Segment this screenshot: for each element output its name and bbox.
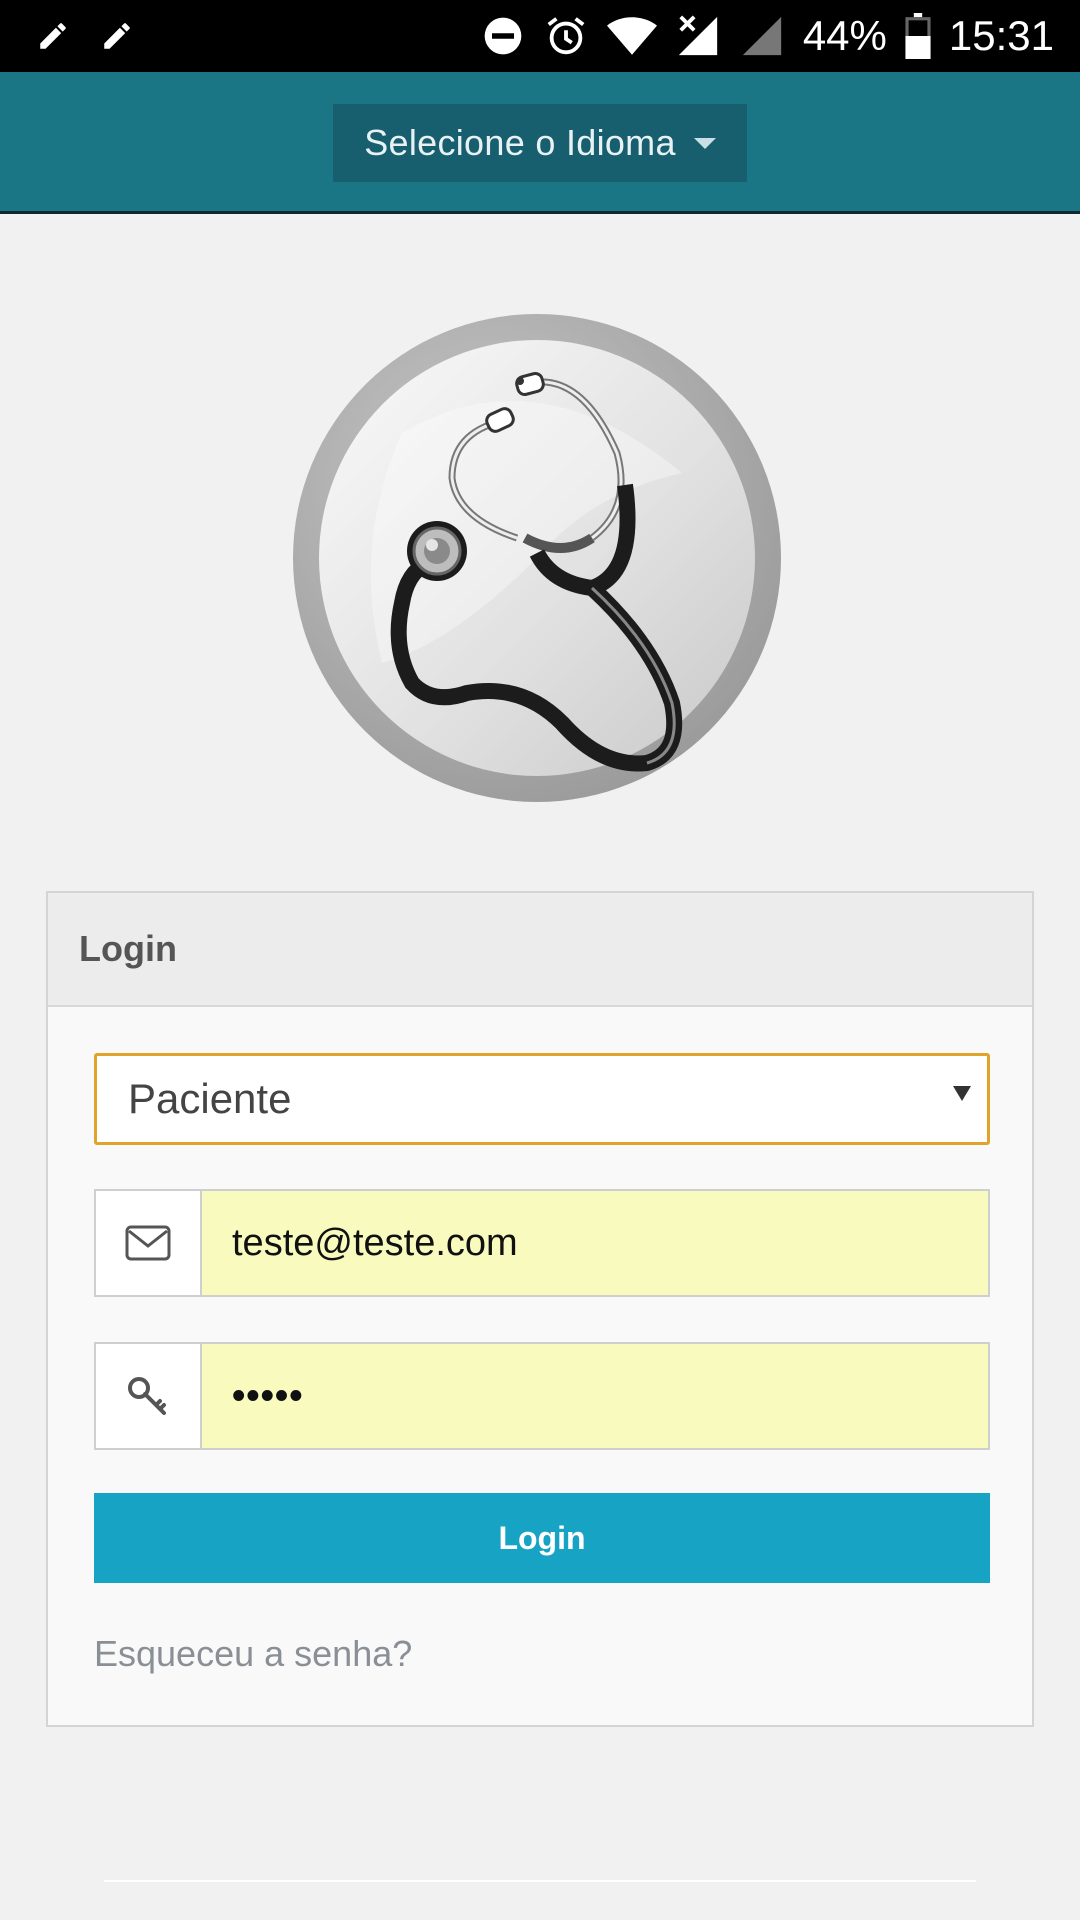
email-field-value: teste@teste.com [232, 1221, 518, 1264]
login-button[interactable]: Login [94, 1493, 990, 1583]
email-input-group: teste@teste.com [94, 1189, 990, 1297]
signal-icon [739, 13, 785, 59]
user-type-selected-value: Paciente [128, 1075, 292, 1122]
password-field-value: ••••• [232, 1374, 304, 1417]
key-icon [96, 1344, 202, 1448]
language-selector-label: Selecione o Idioma [364, 122, 676, 163]
alarm-icon [543, 13, 589, 59]
footer-divider [104, 1880, 976, 1882]
login-panel: Login Paciente teste@teste.com ••••• Log… [46, 891, 1034, 1727]
caret-down-icon [693, 137, 716, 149]
stethoscope-icon [292, 313, 782, 803]
user-type-select[interactable]: Paciente [94, 1053, 990, 1145]
forgot-password-link[interactable]: Esqueceu a senha? [94, 1633, 412, 1675]
login-panel-heading: Login [48, 893, 1032, 1007]
do-not-disturb-icon [481, 14, 525, 58]
wifi-icon [606, 14, 657, 58]
password-input-group: ••••• [94, 1342, 990, 1450]
signal-off-icon [675, 13, 721, 59]
password-field[interactable]: ••••• [202, 1344, 988, 1448]
status-left-icons [36, 19, 134, 53]
pencil-icon [36, 19, 70, 53]
top-nav: Selecione o Idioma [0, 72, 1080, 214]
pencil-icon [100, 19, 134, 53]
email-field[interactable]: teste@teste.com [202, 1191, 988, 1295]
battery-icon [905, 13, 931, 59]
language-selector-button[interactable]: Selecione o Idioma [333, 104, 747, 182]
battery-percent: 44% [802, 12, 887, 59]
dropdown-arrow-icon [953, 1086, 971, 1101]
status-right-icons: 44% 15:31 [481, 12, 1054, 60]
clock: 15:31 [948, 12, 1054, 59]
status-bar: 44% 15:31 [0, 0, 1080, 72]
envelope-icon [96, 1191, 202, 1295]
